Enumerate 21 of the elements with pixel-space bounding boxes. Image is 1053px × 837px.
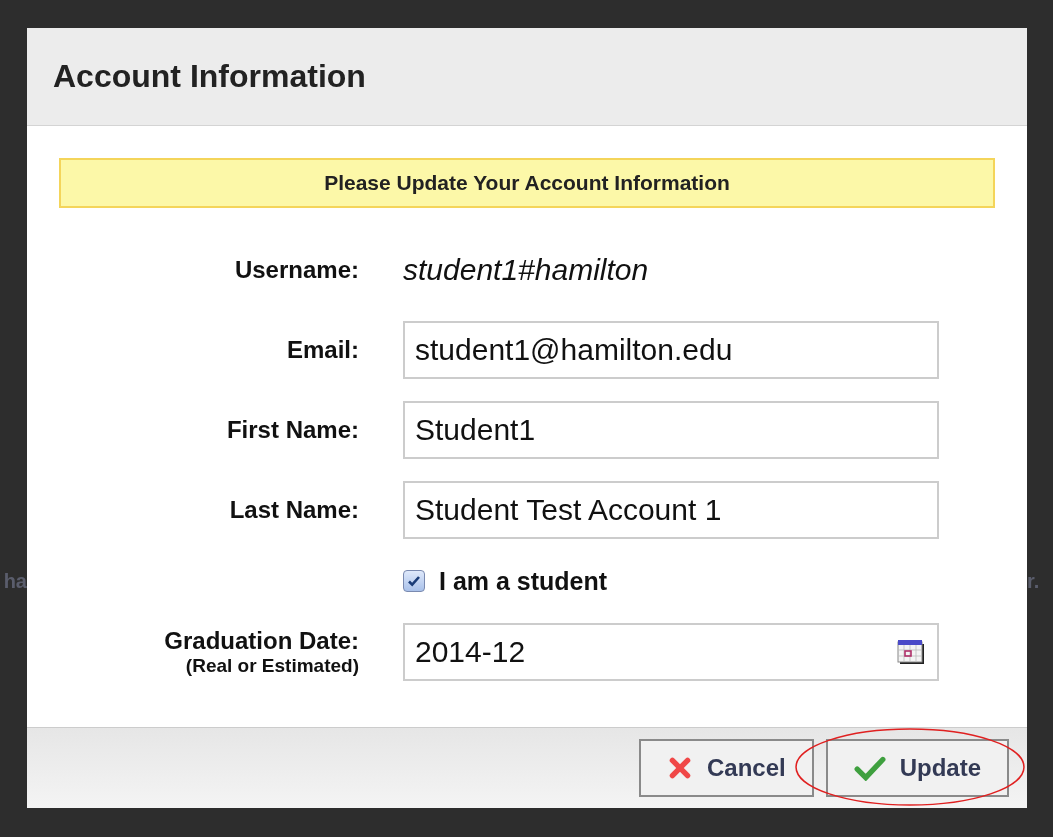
field-label: Graduation Date:: [164, 627, 359, 655]
field-label: First Name:: [226, 416, 359, 444]
input-field[interactable]: Student Test Account 1: [403, 481, 939, 539]
calendar-icon[interactable]: [897, 639, 925, 665]
date-field[interactable]: 2014-12: [403, 623, 939, 681]
field-label: Username:: [234, 256, 359, 284]
field-label: Last Name:: [229, 496, 359, 524]
field-label: Email:: [286, 336, 359, 364]
update-button[interactable]: Update: [825, 739, 1009, 797]
checkbox-label: I am a student: [439, 566, 608, 596]
checkbox[interactable]: [403, 570, 425, 592]
check-icon: [853, 755, 886, 781]
dialog-title: Account Information: [53, 58, 366, 95]
cancel-button[interactable]: Cancel: [638, 739, 814, 797]
field-hint: (Real or Estimated): [185, 655, 359, 677]
input-field[interactable]: Student1: [403, 401, 939, 459]
username-value: student1#hamilton: [403, 253, 649, 287]
input-field[interactable]: student1@hamilton.edu: [403, 321, 939, 379]
background-text: r.: [1027, 570, 1040, 593]
notice-banner: Please Update Your Account Information: [59, 158, 995, 208]
background-text: ha: [3, 570, 27, 593]
